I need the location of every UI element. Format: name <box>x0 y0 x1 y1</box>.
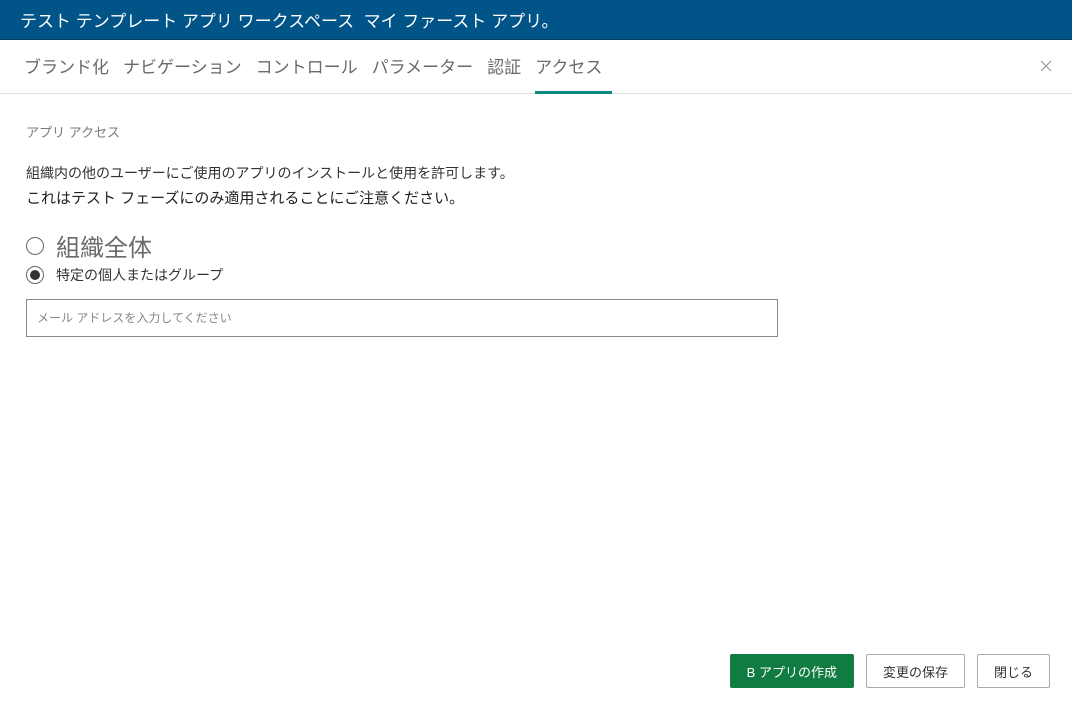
tab-navigation[interactable]: ナビゲーション <box>123 41 252 94</box>
tab-access[interactable]: アクセス <box>535 41 612 94</box>
description-line2: これはテスト フェーズにのみ適用されることにご注意ください。 <box>26 187 1046 208</box>
tab-branding[interactable]: ブランド化 <box>24 41 119 94</box>
tab-label: パラメーター <box>372 53 474 78</box>
tab-label: ブランド化 <box>24 53 109 78</box>
tab-bar: ブランド化 ナビゲーション コントロール パラメーター 認証 アクセス <box>0 40 1072 94</box>
radio-specific-label: 特定の個人またはグループ <box>56 265 223 285</box>
save-changes-button[interactable]: 変更の保存 <box>866 654 965 688</box>
tab-control[interactable]: コントロール <box>256 41 368 94</box>
radio-specific-row[interactable]: 特定の個人またはグループ <box>26 265 1046 285</box>
radio-entire-org-row[interactable]: 組織全体 <box>26 228 1046 263</box>
footer: B アプリの作成 変更の保存 閉じる <box>730 654 1050 688</box>
button-label: B アプリの作成 <box>747 662 837 681</box>
tab-label: コントロール <box>256 53 358 78</box>
email-input[interactable] <box>26 299 778 337</box>
close-icon[interactable] <box>1040 59 1052 75</box>
content-area: アプリ アクセス 組織内の他のユーザーにご使用のアプリのインストールと使用を許可… <box>0 94 1072 365</box>
radio-entire-org-label: 組織全体 <box>56 228 152 263</box>
tab-auth[interactable]: 認証 <box>487 41 531 94</box>
header-title: マイ ファースト アプリ。 <box>364 7 559 32</box>
tab-label: 認証 <box>487 53 521 78</box>
radio-selected-icon[interactable] <box>26 266 44 284</box>
tab-label: ナビゲーション <box>123 53 242 78</box>
button-label: 変更の保存 <box>883 662 948 681</box>
radio-unselected-icon[interactable] <box>26 237 44 255</box>
button-label: 閉じる <box>994 662 1033 681</box>
header-prefix: テスト テンプレート アプリ ワークスペース <box>20 7 354 32</box>
create-app-button[interactable]: B アプリの作成 <box>730 654 854 688</box>
header-bar: テスト テンプレート アプリ ワークスペース マイ ファースト アプリ。 <box>0 0 1072 40</box>
close-button[interactable]: 閉じる <box>977 654 1050 688</box>
tab-parameter[interactable]: パラメーター <box>372 41 484 94</box>
section-title: アプリ アクセス <box>26 122 1046 141</box>
description-line1: 組織内の他のユーザーにご使用のアプリのインストールと使用を許可します。 <box>26 163 1046 183</box>
tab-label: アクセス <box>535 53 602 78</box>
